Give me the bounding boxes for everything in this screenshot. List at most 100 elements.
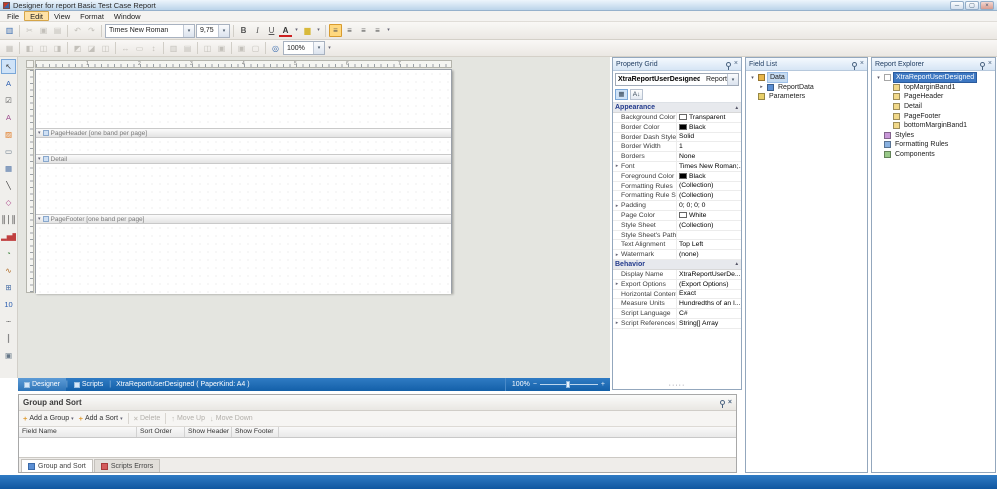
tab-scripts[interactable]: Scripts [68, 378, 109, 391]
bold-button[interactable]: B [237, 24, 250, 37]
tree-item-reportdata[interactable]: ▸ReportData [746, 83, 867, 93]
object-selector[interactable]: XtraReportUserDesigned Report ▾ [615, 73, 739, 86]
property-row-border-width[interactable]: Border Width1 [613, 142, 741, 152]
property-row-display-name[interactable]: Display NameXtraReportUserDe... [613, 270, 741, 280]
undo-button[interactable]: ↶ [71, 24, 84, 37]
zoom-combo[interactable]: 100%▾ [283, 41, 325, 55]
menu-edit[interactable]: Edit [24, 11, 49, 21]
property-value[interactable]: (none) [677, 251, 741, 258]
align-bottoms-button[interactable]: ◫ [99, 42, 112, 55]
property-row-page-color[interactable]: Page ColorWhite [613, 211, 741, 221]
save-button[interactable]: ▥ [3, 24, 16, 37]
report-page[interactable]: ▾PageHeader [one band per page]▾Detail▾P… [35, 69, 452, 293]
property-row-borders[interactable]: BordersNone [613, 152, 741, 162]
vertical-spacing-button[interactable]: ▤ [181, 42, 194, 55]
dropdown-arrow[interactable]: ▾ [120, 416, 123, 422]
align-tops-button[interactable]: ◩ [71, 42, 84, 55]
property-row-formatting-rules[interactable]: Formatting Rules(Collection) [613, 182, 741, 192]
property-row-style-sheet-s-path[interactable]: Style Sheet's Path [613, 231, 741, 241]
sparkline-tool[interactable]: ∿ [1, 263, 16, 278]
zoom-tool-arrow[interactable]: ▾ [326, 42, 333, 55]
property-value[interactable]: Top Left [677, 241, 741, 248]
shape-tool[interactable]: ◇ [1, 195, 16, 210]
panel-tool[interactable]: ▭ [1, 144, 16, 159]
property-value[interactable]: (Export Options) [677, 281, 741, 288]
column-header-field-name[interactable]: Field Name [19, 427, 137, 437]
tree-item-pageheader[interactable]: PageHeader [872, 92, 995, 102]
label-tool[interactable]: A [1, 76, 16, 91]
table-tool[interactable]: ▦ [1, 161, 16, 176]
category-behavior[interactable]: Behavior▴ [613, 260, 741, 270]
property-value[interactable]: Black [677, 173, 741, 180]
collapse-icon[interactable]: ▾ [38, 156, 41, 162]
property-value[interactable]: None [677, 153, 741, 160]
menu-window[interactable]: Window [109, 11, 146, 21]
chart-tool[interactable]: ▂▅▇ [1, 229, 16, 244]
category-appearance[interactable]: Appearance▴ [613, 103, 741, 113]
underline-button[interactable]: U [265, 24, 278, 37]
center-horizontally-button[interactable]: ◫ [201, 42, 214, 55]
property-row-script-language[interactable]: Script LanguageC# [613, 309, 741, 319]
expand-icon[interactable]: ▸ [613, 281, 621, 287]
expand-icon[interactable]: ▸ [758, 84, 765, 90]
align-center-button[interactable]: ≡ [343, 24, 356, 37]
copy-button[interactable]: ▣ [37, 24, 50, 37]
pin-icon[interactable] [726, 62, 731, 67]
minimize-button[interactable]: ─ [950, 1, 964, 10]
band-header-pageheader[interactable]: ▾PageHeader [one band per page] [36, 128, 451, 138]
property-row-formatting-rule-sheet[interactable]: Formatting Rule Sheet(Collection) [613, 191, 741, 201]
tree-item-formatting-rules[interactable]: Formatting Rules [872, 140, 995, 150]
property-value[interactable]: XtraReportUserDe... [677, 271, 741, 278]
categorized-view-button[interactable]: ▦ [615, 89, 628, 100]
property-value[interactable]: Hundredths of an I... [677, 300, 741, 307]
property-value[interactable]: (Collection) [677, 222, 741, 229]
property-row-foreground-color[interactable]: Foreground ColorBlack [613, 172, 741, 182]
add-sort-button[interactable]: +Add a Sort▾ [79, 414, 123, 423]
expand-icon[interactable]: ▾ [875, 75, 882, 81]
font-size-combo[interactable]: 9,75▾ [196, 24, 230, 38]
property-row-watermark[interactable]: ▸Watermark(none) [613, 250, 741, 260]
align-middles-button[interactable]: ◪ [85, 42, 98, 55]
menu-file[interactable]: File [2, 11, 24, 21]
property-row-background-color[interactable]: Background ColorTransparent [613, 113, 741, 123]
expand-icon[interactable]: ▸ [613, 320, 621, 326]
close-icon[interactable]: × [988, 60, 992, 68]
send-to-back-button[interactable]: ▢ [249, 42, 262, 55]
line-tool[interactable]: ╲ [1, 178, 16, 193]
move-up-button[interactable]: ↑Move Up [171, 414, 205, 423]
dropdown-arrow[interactable]: ▾ [727, 74, 738, 85]
align-left-button[interactable]: ≡ [329, 24, 342, 37]
redo-button[interactable]: ↷ [85, 24, 98, 37]
property-value[interactable]: Black [677, 124, 741, 131]
property-value[interactable]: 1 [677, 143, 741, 150]
band-content-detail[interactable] [36, 164, 451, 214]
cut-button[interactable]: ✂ [23, 24, 36, 37]
column-header-sort-order[interactable]: Sort Order [137, 427, 185, 437]
tree-item-data[interactable]: ▾Data [746, 73, 867, 83]
expand-icon[interactable]: ▸ [613, 203, 621, 209]
property-row-padding[interactable]: ▸Padding0; 0; 0; 0 [613, 201, 741, 211]
make-same-width-button[interactable]: ↔ [119, 42, 132, 55]
close-icon[interactable]: × [860, 60, 864, 68]
picture-box-tool[interactable]: ▨ [1, 127, 16, 142]
align-rights-button[interactable]: ◨ [51, 42, 64, 55]
band-header-detail[interactable]: ▾Detail [36, 154, 451, 164]
menu-format[interactable]: Format [75, 11, 109, 21]
menu-view[interactable]: View [49, 11, 75, 21]
pin-icon[interactable] [980, 62, 985, 67]
collapse-icon[interactable]: ▴ [735, 261, 738, 267]
subreport-tool[interactable]: ▣ [1, 348, 16, 363]
property-value[interactable]: White [677, 212, 741, 219]
align-lefts-button[interactable]: ◧ [23, 42, 36, 55]
check-box-tool[interactable]: ☑ [1, 93, 16, 108]
close-button[interactable]: × [980, 1, 994, 10]
expand-icon[interactable]: ▸ [613, 163, 621, 169]
zoom-out-button[interactable]: − [533, 381, 537, 388]
make-same-height-button[interactable]: ↕ [147, 42, 160, 55]
top-margin-band[interactable] [36, 70, 451, 128]
zoom-in-button[interactable]: + [601, 381, 605, 388]
zoom-icon[interactable]: ◎ [269, 42, 282, 55]
property-value[interactable]: Transparent [677, 114, 741, 121]
expand-icon[interactable]: ▸ [613, 252, 621, 258]
pivot-grid-tool[interactable]: ⊞ [1, 280, 16, 295]
